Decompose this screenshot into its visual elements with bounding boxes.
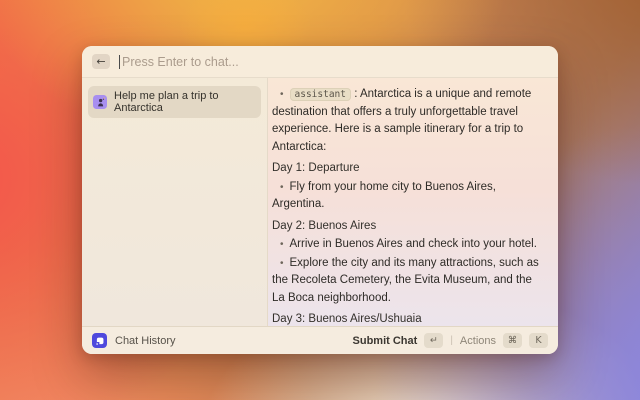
chat-bullet: • Fly from your home city to Buenos Aires… — [272, 180, 496, 211]
chat-list-item-label: Help me plan a trip to Antarctica — [114, 90, 219, 114]
content-row: Help me plan a trip to Antarctica • assis… — [82, 78, 558, 326]
raycast-ai-icon — [92, 333, 107, 348]
chat-input-bar: ← Press Enter to chat... — [82, 46, 558, 78]
chat-list-item-antarctica[interactable]: Help me plan a trip to Antarctica — [88, 86, 261, 118]
chat-history-label: Chat History — [115, 334, 176, 347]
chat-transcript: • assistant : Antarctica is a unique and … — [268, 78, 558, 326]
submit-chat-button[interactable]: Submit Chat — [353, 335, 418, 347]
footer-bar: Chat History Submit Chat ↵ | Actions ⌘ K — [82, 326, 558, 354]
day-heading: Day 3: Buenos Aires/Ushuaia — [272, 313, 422, 325]
assistant-role-badge: assistant — [289, 88, 351, 101]
day-heading: Day 1: Departure — [272, 162, 360, 174]
text-caret — [119, 54, 120, 69]
person-raising-hand-icon — [93, 95, 107, 109]
command-key-badge: ⌘ — [503, 333, 522, 348]
footer-divider: | — [450, 335, 453, 346]
k-key-badge: K — [529, 333, 548, 348]
return-key-badge: ↵ — [424, 333, 444, 348]
bullet-dot: • — [280, 181, 284, 193]
back-arrow-icon: ← — [96, 55, 106, 68]
actions-button[interactable]: Actions — [460, 335, 496, 347]
chat-list-sidebar: Help me plan a trip to Antarctica — [82, 78, 268, 326]
chat-input[interactable]: Press Enter to chat... — [119, 54, 548, 69]
back-button[interactable]: ← — [92, 54, 110, 69]
assistant-message-line: • assistant : Antarctica is a unique and … — [272, 88, 532, 153]
chat-input-placeholder: Press Enter to chat... — [122, 54, 239, 69]
bullet-dot: • — [280, 239, 284, 250]
chat-bullet: • Arrive in Buenos Aires and check into y… — [280, 238, 537, 250]
bullet-dot: • — [280, 89, 284, 100]
footer-actions: Submit Chat ↵ | Actions ⌘ K — [353, 333, 548, 348]
chat-bullet: • Explore the city and its many attractio… — [272, 256, 539, 304]
chat-history-button[interactable]: Chat History — [92, 333, 176, 348]
day-heading: Day 2: Buenos Aires — [272, 219, 377, 232]
bullet-dot: • — [280, 257, 284, 269]
chat-window: ← Press Enter to chat... Help me plan a … — [82, 46, 558, 354]
